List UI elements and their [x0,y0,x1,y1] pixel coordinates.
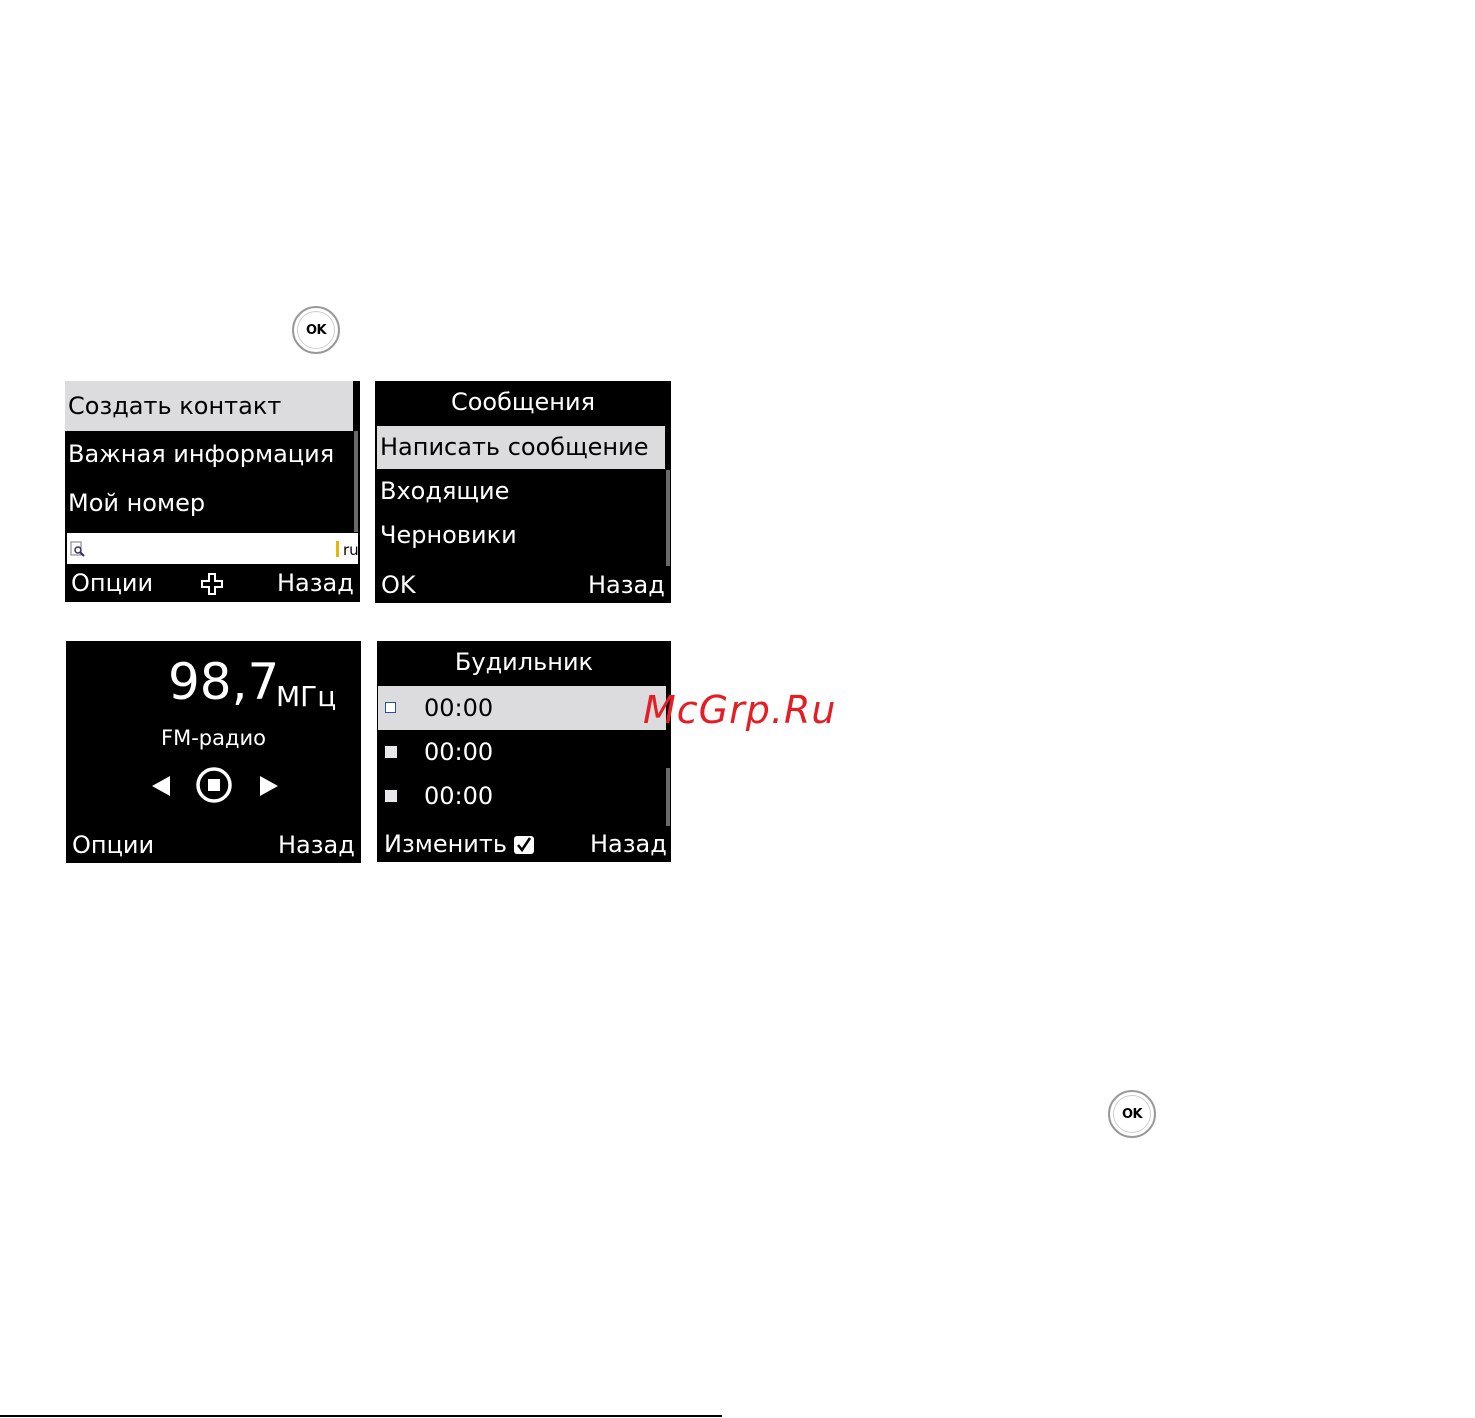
soft-key-left[interactable]: Опции [71,571,153,595]
checkbox-unchecked-icon[interactable] [385,702,396,713]
menu-item-label: Создать контакт [68,392,282,420]
soft-key-right[interactable]: Назад [590,832,667,856]
scrollbar[interactable] [666,426,670,566]
contacts-screen: Создать контакт Важная информация Мой но… [65,381,360,602]
radio-frequency-unit: МГц [276,680,337,713]
scrollbar-thumb[interactable] [354,381,358,431]
menu-item-inbox[interactable]: Входящие [380,479,509,503]
radio-frequency: 98,7 [168,653,280,711]
screen-title: Будильник [454,648,594,676]
soft-key-left[interactable]: OK [381,573,416,597]
messages-screen: Сообщения Написать сообщение Входящие Че… [375,381,671,603]
screen-title: Сообщения [450,388,596,416]
alarm-item[interactable]: 00:00 [378,730,666,774]
menu-item-important-info[interactable]: Важная информация [68,442,334,466]
checkbox-icon[interactable] [385,790,397,802]
ok-button-label: OK [1121,1106,1143,1122]
soft-key-right[interactable]: Назад [588,573,665,597]
alarm-time: 00:00 [424,738,494,766]
menu-item-write-message[interactable]: Написать сообщение [377,426,665,469]
menu-item-my-number[interactable]: Мой номер [68,491,205,515]
alarm-item[interactable]: 00:00 [378,774,666,818]
search-icon [70,541,85,557]
menu-item-label: Написать сообщение [380,433,649,461]
scrollbar[interactable] [354,381,358,532]
menu-item-drafts[interactable]: Черновики [380,523,517,547]
fm-radio-screen: 98,7 МГц FM-радио Опции Назад [66,641,361,863]
menu-item-label: Важная информация [68,440,335,468]
watermark: McGrp.Ru [643,688,837,732]
next-station-icon[interactable] [258,774,280,798]
soft-key-left[interactable]: Опции [72,833,154,857]
menu-item-label: Входящие [380,477,510,505]
checkmark-icon [514,836,534,854]
menu-item-label: Мой номер [68,489,206,517]
alarm-time: 00:00 [424,782,494,810]
ok-button-label: OK [305,322,327,338]
soft-key-right[interactable]: Назад [277,571,354,595]
ok-button[interactable]: OK [1108,1090,1156,1138]
alarm-item[interactable]: 00:00 [378,686,666,730]
stop-icon[interactable] [194,765,234,805]
checkbox-icon[interactable] [385,746,397,758]
text-cursor [336,541,339,557]
menu-item-label: Черновики [380,521,517,549]
input-language: ru [343,541,359,559]
page-divider [0,1415,722,1417]
search-input[interactable]: ru [67,533,359,564]
menu-item-create-contact[interactable]: Создать контакт [65,381,353,431]
previous-station-icon[interactable] [150,774,172,798]
soft-key-right[interactable]: Назад [278,833,355,857]
radio-label: FM-радио [161,726,266,750]
alarm-screen: Будильник 00:00 00:00 00:00 Изменить Наз… [377,641,671,862]
navigation-cross-icon [201,573,223,595]
ok-button[interactable]: OK [292,306,340,354]
soft-key-left[interactable]: Изменить [384,832,507,856]
scrollbar-thumb[interactable] [666,426,670,470]
alarm-time: 00:00 [424,694,494,722]
